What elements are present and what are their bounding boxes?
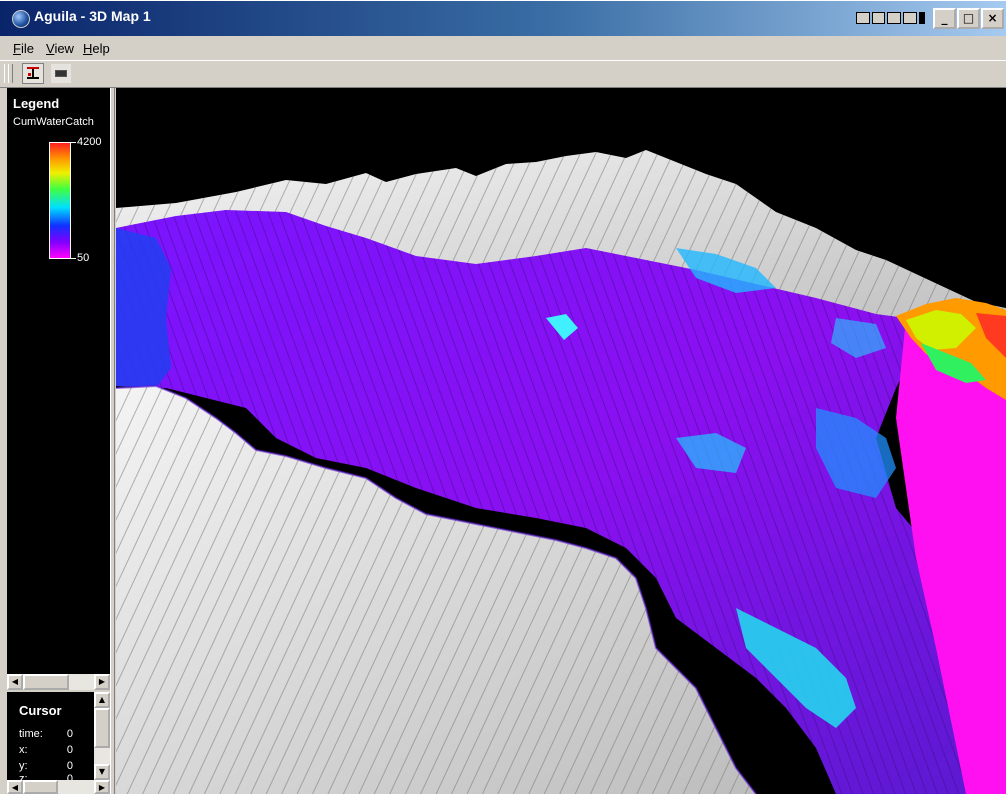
- cursor-title: Cursor: [19, 703, 62, 718]
- terrain-blue-edge: [116, 228, 171, 388]
- cursor-x-value: 0: [66, 744, 73, 756]
- scroll-left-button[interactable]: ◀: [7, 674, 23, 690]
- menu-file-label: ile: [20, 41, 34, 56]
- map-3d-viewport[interactable]: [116, 88, 1006, 794]
- menu-help[interactable]: Help: [83, 41, 110, 56]
- maximize-button[interactable]: □: [957, 8, 980, 29]
- menu-file-accel: F: [13, 41, 21, 56]
- cursor-x-label: x:: [19, 744, 28, 756]
- legend-max-label: 4200: [77, 136, 102, 148]
- legend-tick: [71, 258, 76, 259]
- cursor-y-value: 0: [66, 760, 73, 772]
- menu-help-label: elp: [92, 41, 110, 56]
- scroll-right-button[interactable]: ▶: [94, 674, 110, 690]
- scroll-down-button[interactable]: ▼: [94, 764, 110, 780]
- terrain-render: [116, 150, 1006, 794]
- legend-tick: [71, 142, 76, 143]
- map-2d-button[interactable]: [22, 63, 44, 84]
- window-title: Aguila - 3D Map 1: [34, 8, 151, 24]
- scroll-thumb[interactable]: [23, 674, 69, 690]
- scroll-left-button[interactable]: ◀: [7, 780, 23, 794]
- toolbar-grip[interactable]: [8, 64, 13, 83]
- map-3d-button[interactable]: [50, 63, 72, 84]
- menu-file[interactable]: File: [13, 41, 34, 56]
- scroll-right-button[interactable]: ▶: [94, 780, 110, 794]
- map-3d-icon: [55, 70, 67, 77]
- minimize-button[interactable]: _: [933, 8, 956, 29]
- menu-bar: [0, 36, 1006, 60]
- scroll-thumb[interactable]: [94, 708, 110, 748]
- window-layout-icon[interactable]: [872, 12, 885, 24]
- window-layout-icon[interactable]: [919, 12, 925, 24]
- cursor-time-label: time:: [19, 728, 43, 740]
- legend-color-ramp: [49, 142, 71, 259]
- legend-title: Legend: [13, 96, 60, 111]
- map-2d-icon: [27, 67, 39, 79]
- cursor-time-value: 0: [66, 728, 73, 740]
- close-button[interactable]: ×: [981, 8, 1004, 29]
- window-layout-icon[interactable]: [887, 12, 901, 24]
- window-layout-icon[interactable]: [856, 12, 870, 24]
- panel-splitter[interactable]: [110, 88, 115, 794]
- legend-min-label: 50: [77, 252, 90, 264]
- app-globe-icon[interactable]: [12, 10, 30, 28]
- scroll-up-button[interactable]: ▲: [94, 692, 110, 708]
- scroll-thumb[interactable]: [23, 780, 58, 794]
- menu-view[interactable]: View: [46, 41, 74, 56]
- menu-help-accel: H: [83, 41, 93, 56]
- cursor-y-label: y:: [19, 760, 28, 772]
- legend-attribute-name: CumWaterCatch: [13, 116, 94, 128]
- menu-view-label: iew: [54, 41, 74, 56]
- window-layout-icon[interactable]: [903, 12, 917, 24]
- toolbar: [0, 60, 1006, 88]
